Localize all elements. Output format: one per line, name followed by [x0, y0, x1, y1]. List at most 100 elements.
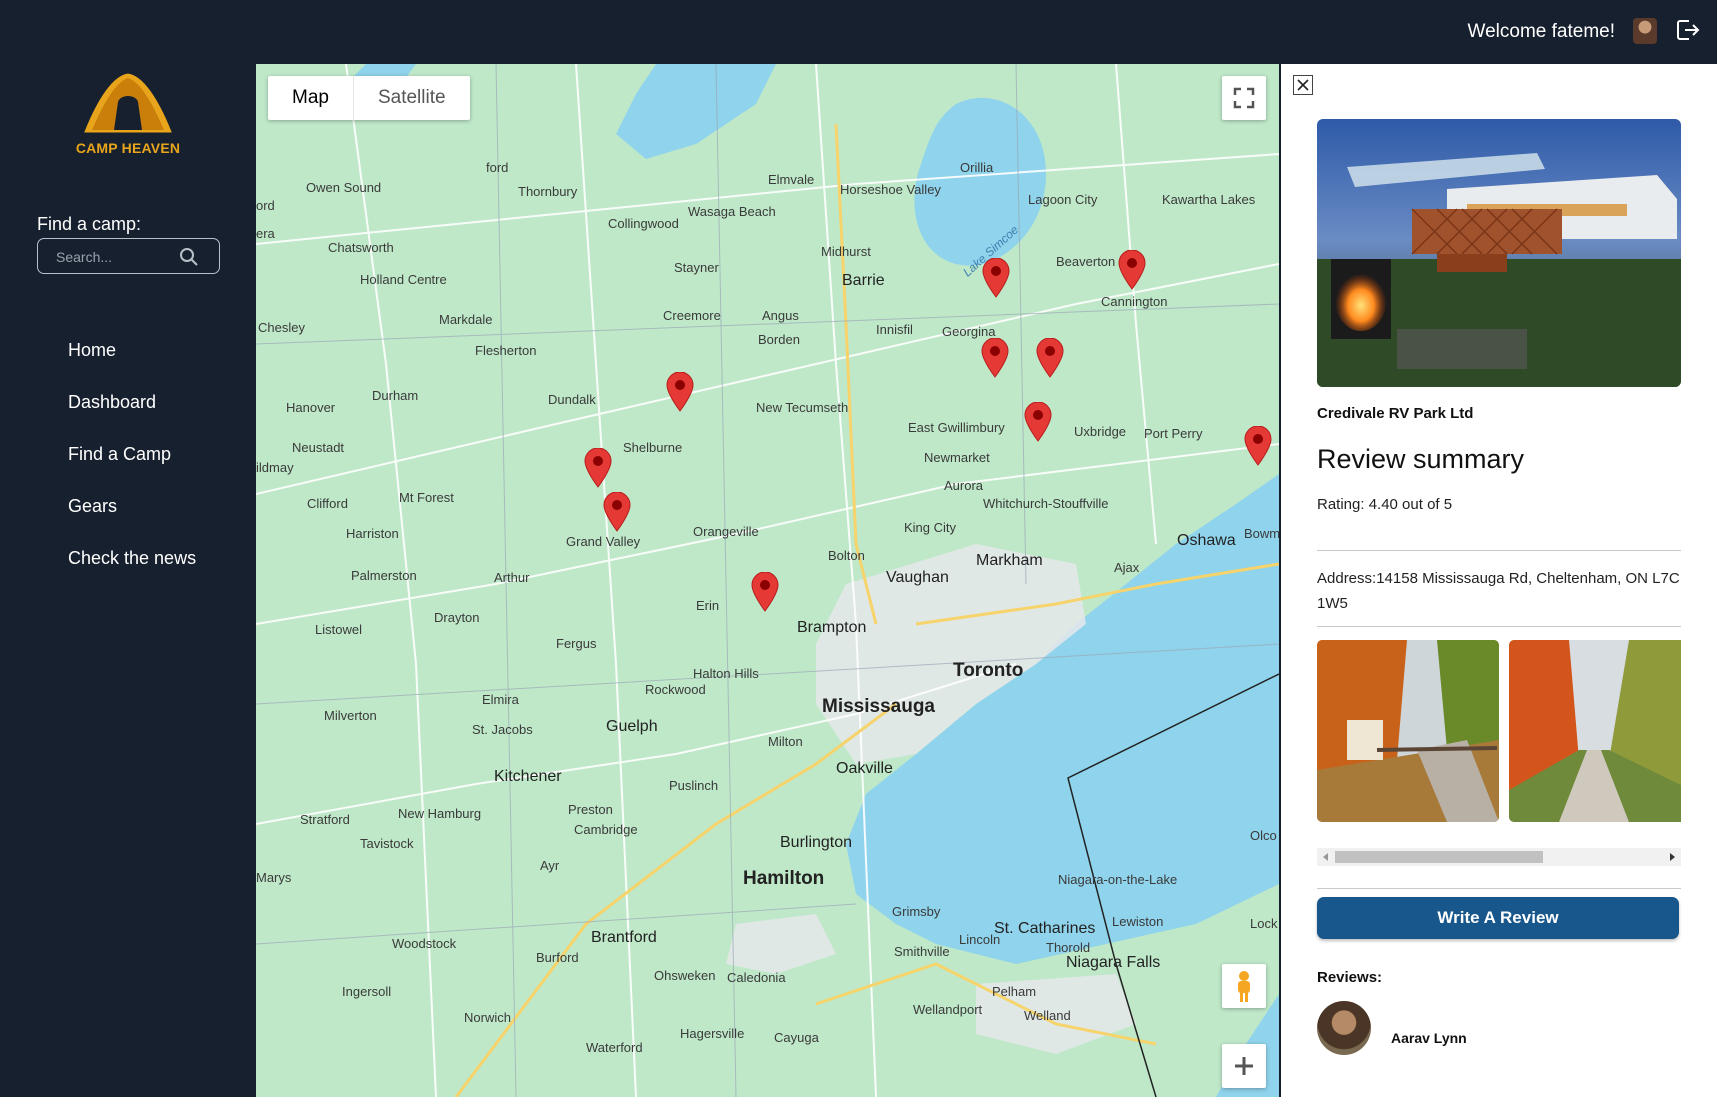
camp-marker-icon[interactable] [1036, 338, 1064, 378]
place-label: Thornbury [518, 184, 578, 199]
place-label: Preston [568, 802, 613, 817]
place-label: Cannington [1101, 294, 1168, 309]
review-summary-title: Review summary [1317, 444, 1525, 474]
fullscreen-button[interactable] [1222, 76, 1266, 120]
place-label: Milton [768, 734, 803, 749]
place-label: Ohsweken [654, 968, 716, 983]
place-label: Ajax [1114, 560, 1140, 575]
place-label: Holland Centre [360, 272, 447, 287]
scrollbar-thumb[interactable] [1335, 851, 1543, 863]
scroll-left-icon[interactable] [1317, 848, 1335, 866]
place-label: Woodstock [392, 936, 457, 951]
place-label: Georgina [942, 324, 996, 339]
user-avatar-icon[interactable] [1633, 18, 1657, 44]
map-type-map-button[interactable]: Map [268, 76, 353, 120]
photo-gallery[interactable] [1317, 640, 1681, 822]
place-label: era [256, 226, 275, 241]
nav-item-check-the-news[interactable]: Check the news [68, 548, 196, 600]
place-label: Orangeville [693, 524, 759, 539]
place-label: Borden [758, 332, 800, 347]
place-label: Burlington [780, 834, 853, 851]
place-label: Hamilton [743, 868, 825, 889]
scroll-right-icon[interactable] [1663, 848, 1681, 866]
camp-marker-icon[interactable] [1024, 402, 1052, 442]
place-label: Ayr [540, 858, 560, 873]
camp-marker-icon[interactable] [603, 492, 631, 532]
place-label: Barrie [842, 272, 885, 289]
place-label: Port Perry [1144, 426, 1203, 441]
place-label: Norwich [464, 1010, 511, 1025]
place-label: Whitchurch-Stouffville [983, 496, 1109, 511]
nav-item-dashboard[interactable]: Dashboard [68, 392, 196, 444]
place-label: Brampton [797, 619, 867, 636]
gallery-scrollbar[interactable] [1317, 848, 1681, 866]
place-label: Oakville [836, 760, 893, 777]
nav-item-gears[interactable]: Gears [68, 496, 196, 548]
camp-marker-icon[interactable] [584, 448, 612, 488]
place-label: Markdale [439, 312, 493, 327]
place-label: Elmira [482, 692, 519, 707]
camp-marker-icon[interactable] [666, 372, 694, 412]
map-view[interactable]: Toronto Mississauga Hamilton Brampton Va… [256, 64, 1279, 1097]
place-label: Hagersville [680, 1026, 745, 1041]
nav-item-home[interactable]: Home [68, 340, 196, 392]
place-label: Mt Forest [399, 490, 454, 505]
place-label: Harriston [346, 526, 399, 541]
place-label: Durham [372, 388, 419, 403]
place-label: Collingwood [608, 216, 679, 231]
autumn-gate-photo [1317, 640, 1499, 822]
camp-marker-icon[interactable] [1118, 250, 1146, 290]
place-label: Thorold [1046, 940, 1091, 955]
place-label: Owen Sound [306, 180, 382, 195]
camp-marker-icon[interactable] [751, 572, 779, 612]
place-label: Drayton [434, 610, 480, 625]
camp-marker-icon[interactable] [981, 338, 1009, 378]
camp-hero-image [1317, 119, 1681, 387]
place-label: Cayuga [774, 1030, 819, 1045]
divider [1317, 626, 1681, 627]
place-label: Wasaga Beach [688, 204, 776, 219]
place-label: Shelburne [623, 440, 683, 455]
reviewer-name: Aarav Lynn [1391, 1030, 1467, 1046]
place-label: Bolton [828, 548, 865, 563]
camp-heaven-logo[interactable]: CAMP HEAVEN [72, 68, 184, 160]
place-label: Kitchener [494, 768, 562, 785]
place-label: Waterford [586, 1040, 643, 1055]
place-label: Tavistock [360, 836, 414, 851]
place-label: Markham [976, 552, 1043, 569]
place-label: Grand Valley [566, 534, 641, 549]
find-camp-label: Find a camp: [37, 214, 142, 234]
place-label: Palmerston [351, 568, 417, 583]
place-label: St. Jacobs [472, 722, 533, 737]
close-button[interactable] [1293, 75, 1313, 95]
gallery-photo[interactable] [1509, 640, 1681, 822]
search-icon[interactable] [179, 247, 199, 267]
place-label: Caledonia [727, 970, 786, 985]
write-review-button[interactable]: Write A Review [1317, 897, 1679, 939]
camp-name: Credivale RV Park Ltd [1317, 405, 1474, 422]
place-label: King City [904, 520, 957, 535]
place-label: New Hamburg [398, 806, 482, 821]
camp-marker-icon[interactable] [982, 258, 1010, 298]
place-label: Welland [1024, 1008, 1071, 1023]
place-label: Toronto [953, 660, 1024, 681]
gallery-photo[interactable] [1317, 640, 1499, 822]
reviews-label: Reviews: [1317, 969, 1383, 986]
map-type-satellite-button[interactable]: Satellite [352, 76, 470, 120]
place-label: Aurora [944, 478, 984, 493]
logout-icon[interactable] [1673, 16, 1701, 44]
street-view-button[interactable] [1222, 964, 1266, 1008]
place-label: St. Catharines [994, 920, 1096, 937]
search-box[interactable] [37, 238, 220, 274]
top-bar: Welcome fateme! [0, 0, 1717, 64]
plus-icon [1235, 1057, 1253, 1075]
divider [1317, 888, 1681, 889]
map-type-control: Map Satellite [268, 76, 470, 120]
place-label: Newmarket [924, 450, 990, 465]
nav-item-find-a-camp[interactable]: Find a Camp [68, 444, 196, 496]
camp-marker-icon[interactable] [1244, 426, 1272, 466]
zoom-in-button[interactable] [1222, 1044, 1266, 1088]
search-input[interactable] [56, 247, 176, 267]
place-label: Brantford [591, 929, 657, 946]
logo-text: CAMP HEAVEN [75, 140, 181, 156]
